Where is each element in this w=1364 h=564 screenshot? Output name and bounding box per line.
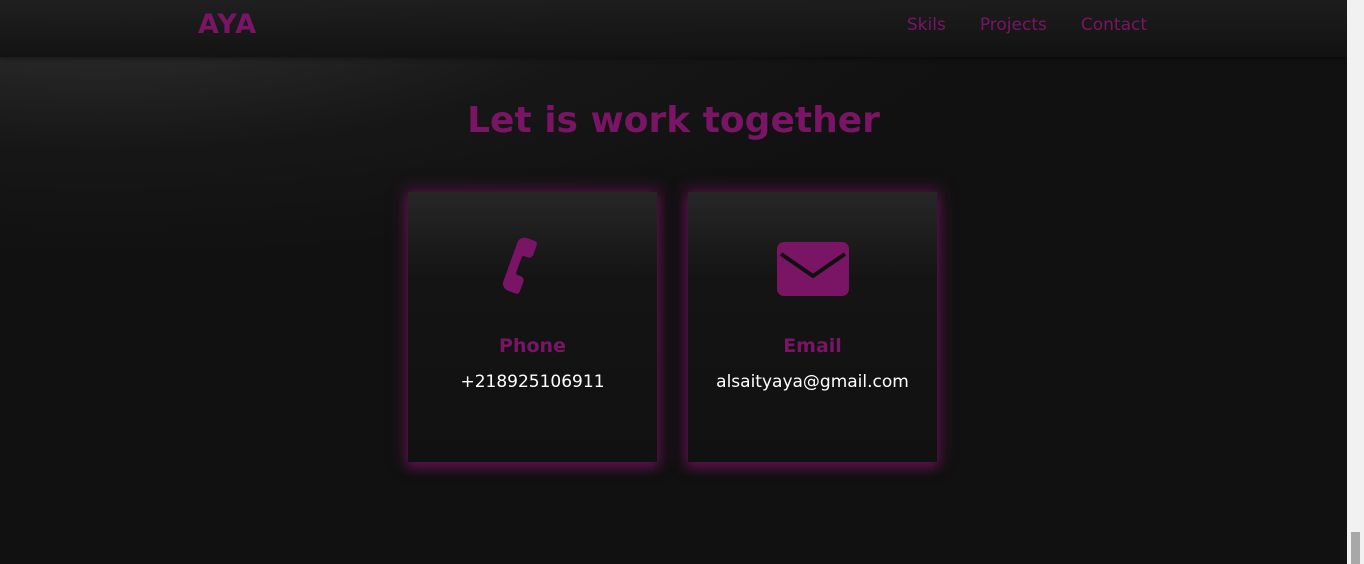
navbar: AYA Skils Projects Contact (0, 0, 1347, 57)
nav-link-skills[interactable]: Skils (907, 15, 946, 35)
phone-label: Phone (499, 335, 566, 357)
email-card: Email alsaityaya@gmail.com (688, 192, 937, 462)
phone-card: Phone +218925106911 (408, 192, 657, 462)
nav-link-projects[interactable]: Projects (980, 15, 1047, 35)
logo[interactable]: AYA (198, 9, 257, 40)
email-value[interactable]: alsaityaya@gmail.com (716, 369, 909, 395)
phone-icon-svg (502, 237, 537, 294)
phone-icon (408, 232, 657, 308)
nav-links: Skils Projects Contact (907, 15, 1147, 35)
section-title: Let is work together (467, 100, 880, 141)
email-label: Email (783, 335, 842, 357)
phone-value[interactable]: +218925106911 (436, 369, 629, 395)
envelope-icon (688, 232, 937, 308)
scrollbar[interactable] (1347, 0, 1364, 564)
envelope-icon-svg (776, 242, 849, 296)
page: AYA Skils Projects Contact Let is work t… (0, 0, 1364, 564)
scrollbar-thumb[interactable] (1351, 532, 1360, 564)
nav-link-contact[interactable]: Contact (1081, 15, 1147, 35)
